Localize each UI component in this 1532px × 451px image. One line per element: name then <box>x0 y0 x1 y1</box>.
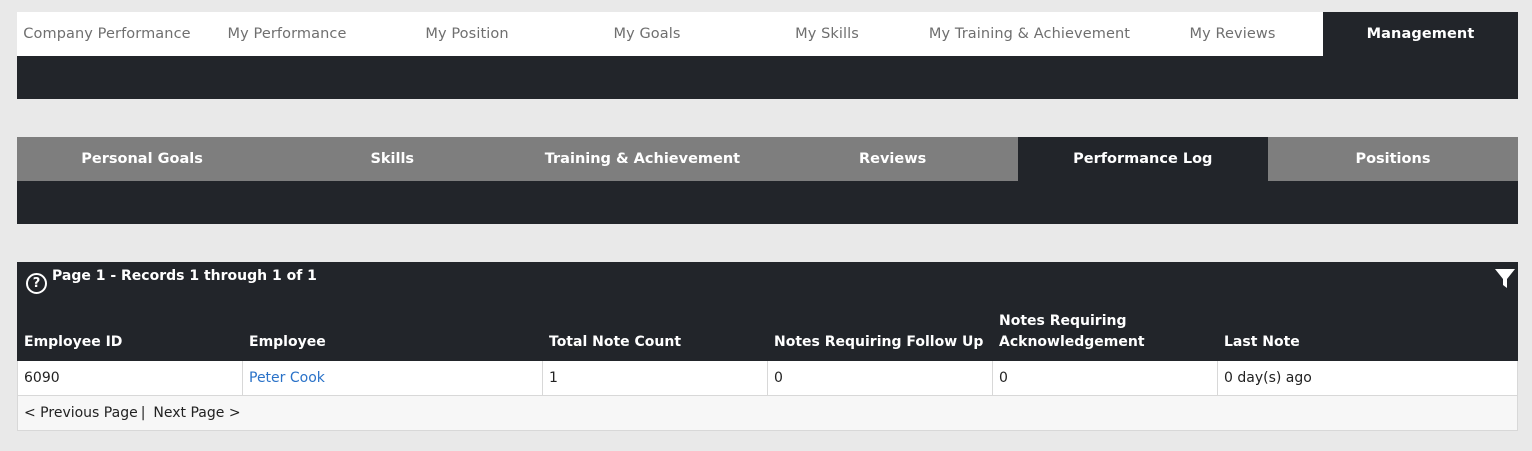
column-header-notes-ack-line1: Notes Requiring <box>999 313 1127 329</box>
tab-my-position[interactable]: My Position <box>377 12 557 56</box>
column-header-employee[interactable]: Employee <box>249 332 326 353</box>
subtab-performance-log[interactable]: Performance Log <box>1017 137 1268 181</box>
tab-my-training-achievement[interactable]: My Training & Achievement <box>917 12 1142 56</box>
cell-total-note-count: 1 <box>543 361 768 395</box>
column-header-employee-id[interactable]: Employee ID <box>24 332 122 353</box>
grid-pager: < Previous Page | Next Page > <box>17 396 1518 431</box>
subtab-positions[interactable]: Positions <box>1268 137 1518 181</box>
subtab-skills[interactable]: Skills <box>267 137 517 181</box>
pager-separator: | <box>140 405 146 421</box>
cell-notes-follow-up: 0 <box>768 361 993 395</box>
tab-company-performance[interactable]: Company Performance <box>17 12 197 56</box>
cell-notes-acknowledgement: 0 <box>993 361 1218 395</box>
paging-summary: Page 1 - Records 1 through 1 of 1 <box>52 268 317 284</box>
cell-last-note: 0 day(s) ago <box>1224 370 1312 386</box>
sub-tab-bar: Personal Goals Skills Training & Achieve… <box>17 137 1518 181</box>
subtab-personal-goals[interactable]: Personal Goals <box>17 137 267 181</box>
tab-my-skills[interactable]: My Skills <box>737 12 917 56</box>
column-header-notes-follow-up[interactable]: Notes Requiring Follow Up <box>774 332 983 353</box>
cell-employee: Peter Cook <box>243 361 543 395</box>
column-header-last-note[interactable]: Last Note <box>1224 332 1300 353</box>
cell-employee-id: 6090 <box>18 361 243 395</box>
filter-icon[interactable] <box>1494 268 1516 290</box>
top-navigation: Company Performance My Performance My Po… <box>17 12 1518 99</box>
subtab-training-achievement[interactable]: Training & Achievement <box>517 137 767 181</box>
employee-link[interactable]: Peter Cook <box>249 370 325 386</box>
next-page-link[interactable]: Next Page > <box>153 405 240 421</box>
column-header-notes-ack-line2: Acknowledgement <box>999 334 1145 350</box>
previous-page-link[interactable]: < Previous Page <box>24 405 138 421</box>
top-tab-bar: Company Performance My Performance My Po… <box>17 12 1518 56</box>
tab-management[interactable]: Management <box>1323 12 1518 56</box>
column-header-notes-acknowledgement[interactable]: Notes Requiring Acknowledgement <box>999 311 1145 353</box>
performance-log-grid: ? Page 1 - Records 1 through 1 of 1 Empl… <box>17 262 1518 432</box>
tab-my-goals[interactable]: My Goals <box>557 12 737 56</box>
subtab-reviews[interactable]: Reviews <box>768 137 1018 181</box>
grid-header: ? Page 1 - Records 1 through 1 of 1 Empl… <box>17 262 1518 361</box>
management-sub-navigation: Personal Goals Skills Training & Achieve… <box>17 137 1518 224</box>
table-row: 6090 Peter Cook 1 0 0 0 day(s) ago <box>17 361 1518 396</box>
question-circle-icon[interactable]: ? <box>26 273 47 294</box>
tab-my-performance[interactable]: My Performance <box>197 12 377 56</box>
column-headers: Employee ID Employee Total Note Count No… <box>17 310 1518 361</box>
tab-my-reviews[interactable]: My Reviews <box>1142 12 1323 56</box>
column-header-total-note-count[interactable]: Total Note Count <box>549 332 681 353</box>
